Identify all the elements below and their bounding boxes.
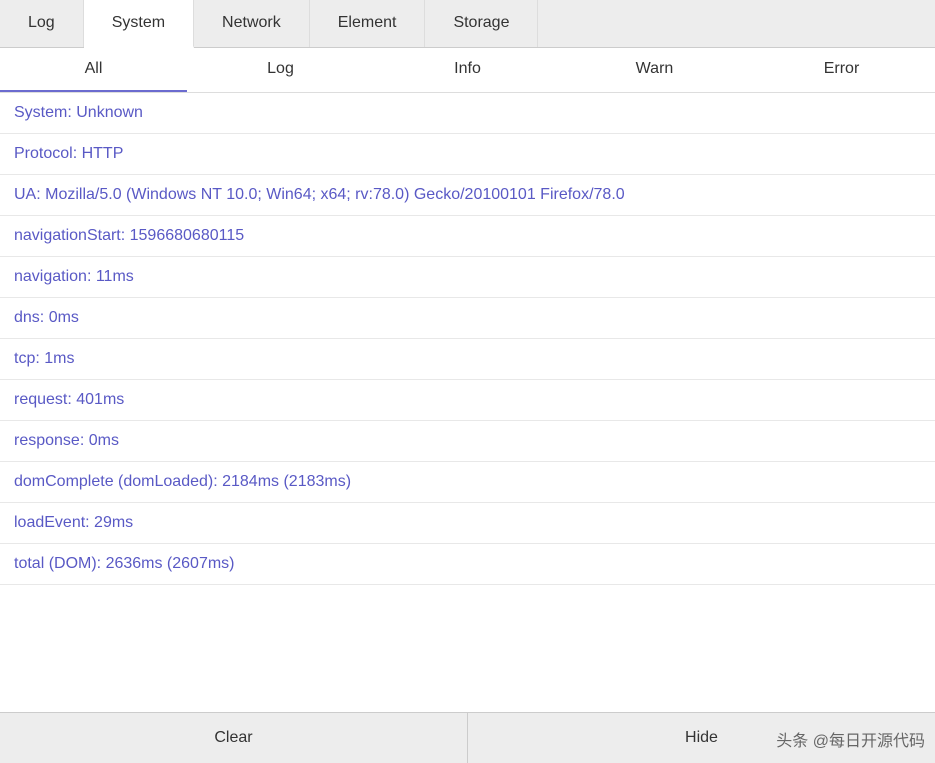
filter-log[interactable]: Log xyxy=(187,48,374,92)
tab-storage[interactable]: Storage xyxy=(425,0,538,47)
tab-log[interactable]: Log xyxy=(0,0,84,47)
log-row: total (DOM): 2636ms (2607ms) xyxy=(0,544,935,585)
filter-error[interactable]: Error xyxy=(748,48,935,92)
filter-tabs: All Log Info Warn Error xyxy=(0,48,935,93)
log-row: UA: Mozilla/5.0 (Windows NT 10.0; Win64;… xyxy=(0,175,935,216)
main-tabs: Log System Network Element Storage xyxy=(0,0,935,48)
log-row: dns: 0ms xyxy=(0,298,935,339)
filter-all[interactable]: All xyxy=(0,48,187,92)
log-row: Protocol: HTTP xyxy=(0,134,935,175)
log-row: request: 401ms xyxy=(0,380,935,421)
log-row: navigationStart: 1596680680115 xyxy=(0,216,935,257)
log-row: System: Unknown xyxy=(0,93,935,134)
hide-button[interactable]: Hide xyxy=(467,713,935,763)
tab-system[interactable]: System xyxy=(84,0,194,48)
log-content: System: Unknown Protocol: HTTP UA: Mozil… xyxy=(0,93,935,712)
tab-network[interactable]: Network xyxy=(194,0,310,47)
clear-button[interactable]: Clear xyxy=(0,713,467,763)
log-row: tcp: 1ms xyxy=(0,339,935,380)
footer: Clear Hide 头条 @每日开源代码 xyxy=(0,712,935,763)
filter-info[interactable]: Info xyxy=(374,48,561,92)
log-row: navigation: 11ms xyxy=(0,257,935,298)
filter-warn[interactable]: Warn xyxy=(561,48,748,92)
tab-element[interactable]: Element xyxy=(310,0,426,47)
log-row: response: 0ms xyxy=(0,421,935,462)
log-row: loadEvent: 29ms xyxy=(0,503,935,544)
log-row: domComplete (domLoaded): 2184ms (2183ms) xyxy=(0,462,935,503)
